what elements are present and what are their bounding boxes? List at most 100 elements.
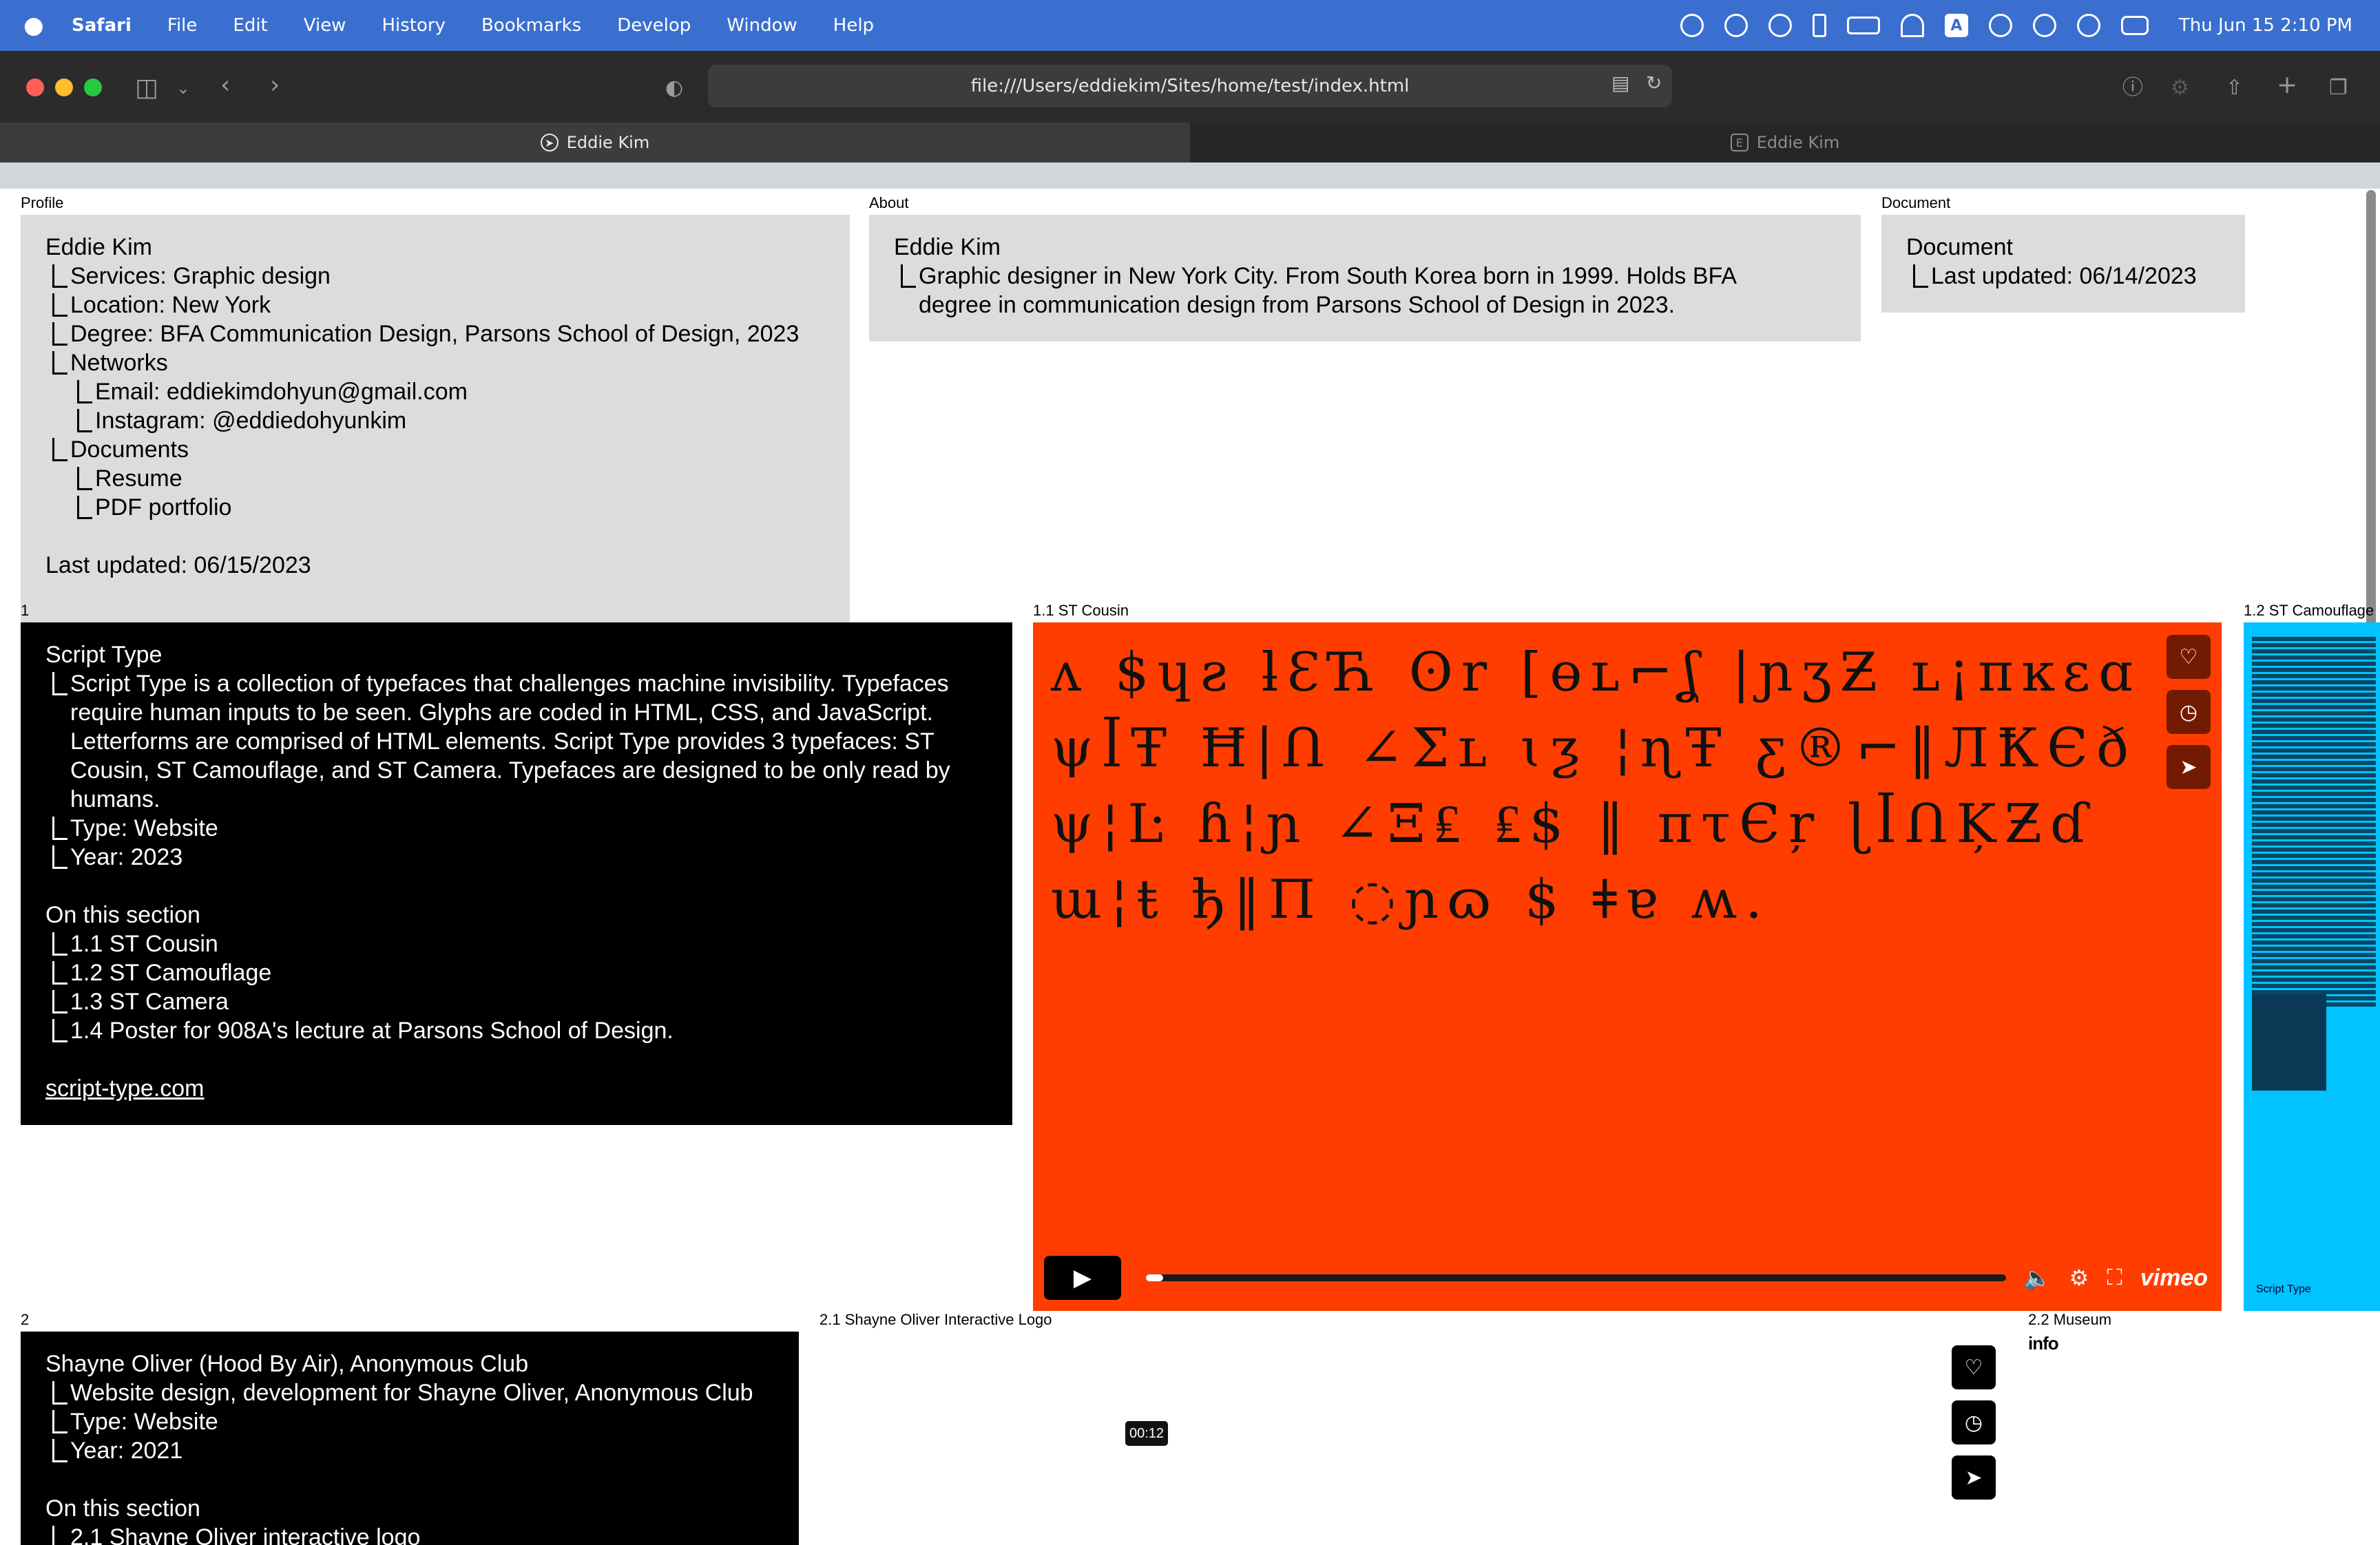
pdf-portfolio-link[interactable]: PDF portfolio [95, 493, 231, 522]
about-panel: Eddie Kim Graphic designer in New York C… [869, 215, 1861, 341]
creative-cloud-icon[interactable] [1724, 14, 1748, 37]
zoom-window-button[interactable] [84, 78, 102, 96]
profile-panel: Eddie Kim Services: Graphic design Locat… [21, 215, 850, 628]
user-icon[interactable] [2032, 14, 2056, 37]
share-send-icon[interactable]: ➤ [2167, 745, 2211, 789]
menu-edit[interactable]: Edit [233, 15, 267, 36]
script-type-link[interactable]: script-type.com [45, 1074, 988, 1103]
tab-bar: ➤ Eddie Kim E Eddie Kim [0, 123, 2380, 162]
section-link-poster[interactable]: 1.4 Poster for 908A's lecture at Parsons… [70, 1016, 674, 1045]
document-updated: Last updated: 06/14/2023 [1931, 263, 2197, 289]
tab-eddie-kim-1[interactable]: ➤ Eddie Kim [0, 123, 1190, 162]
about-bio-line2: degree in communication design from Pars… [919, 292, 1676, 318]
menubar-clock[interactable]: Thu Jun 15 2:10 PM [2179, 15, 2352, 36]
page-top-strip [0, 162, 2380, 189]
status-area: A Thu Jun 15 2:10 PM [1680, 0, 2352, 51]
spotlight-search-icon[interactable] [1988, 14, 2012, 37]
section1-on-this-section: On this section [45, 902, 200, 928]
about-label: About [869, 194, 909, 211]
tab-title: Eddie Kim [1756, 133, 1840, 152]
page-viewport[interactable]: Profile Eddie Kim Services: Graphic desi… [0, 189, 2380, 1545]
profile-instagram[interactable]: Instagram: @eddiedohyunkim [95, 406, 406, 435]
tab-overview-icon[interactable]: ❐ [2329, 74, 2348, 102]
section-link-st-camouflage[interactable]: 1.2 ST Camouflage [70, 958, 271, 987]
extension-gear-icon[interactable]: ⚙ [2171, 74, 2189, 102]
st-camouflage-preview[interactable]: Script Type [2244, 622, 2380, 1311]
profile-documents: Documents [70, 437, 189, 463]
menu-window[interactable]: Window [727, 15, 797, 36]
st-camouflage-label: 1.2 ST Camouflage [2244, 602, 2374, 619]
new-tab-icon[interactable]: + [2277, 72, 2297, 99]
input-source-icon[interactable]: A [1944, 14, 1968, 37]
control-center-icon[interactable] [2120, 16, 2149, 35]
menu-help[interactable]: Help [833, 15, 874, 36]
close-window-button[interactable] [26, 78, 44, 96]
menu-develop[interactable]: Develop [617, 15, 691, 36]
about-name: Eddie Kim [894, 234, 1001, 260]
section1-desc-line: Cousin, ST Camouflage, and ST Camera. Ty… [70, 757, 950, 784]
like-heart-icon[interactable]: ♡ [2167, 635, 2211, 679]
play-icon[interactable] [1768, 14, 1792, 37]
volume-icon[interactable]: 🔈 [2024, 1265, 2052, 1291]
section1-type: Type: Website [70, 815, 218, 841]
profile-location: Location: New York [70, 292, 271, 318]
menu-view[interactable]: View [304, 15, 346, 36]
wifi-icon[interactable] [1900, 14, 1924, 37]
back-button[interactable]: ‹ [220, 72, 230, 99]
video-progress-fill [1145, 1274, 1163, 1281]
menu-history[interactable]: History [382, 15, 446, 36]
section-link-st-camera[interactable]: 1.3 ST Camera [70, 987, 229, 1016]
shayne-oliver-panel: Shayne Oliver (Hood By Air), Anonymous C… [21, 1332, 799, 1545]
settings-gear-icon[interactable]: ⚙ [2069, 1265, 2089, 1291]
menu-file[interactable]: File [167, 15, 198, 36]
address-bar[interactable]: file:///Users/eddiekim/Sites/home/test/i… [708, 65, 1672, 107]
apple-menu-icon[interactable]: ● [23, 14, 47, 37]
tab-eddie-kim-2[interactable]: E Eddie Kim [1190, 123, 2380, 162]
share-send-icon[interactable]: ➤ [1952, 1455, 1996, 1500]
section1-desc-line: humans. [70, 786, 160, 812]
profile-label: Profile [21, 194, 64, 211]
profile-networks: Networks [70, 350, 168, 376]
resume-link[interactable]: Resume [95, 464, 182, 493]
fullscreen-icon[interactable]: ⛶ [2107, 1265, 2122, 1291]
minimize-window-button[interactable] [55, 78, 73, 96]
battery-icon[interactable] [1846, 17, 1880, 34]
profile-email[interactable]: Email: eddiekimdohyun@gmail.com [95, 377, 468, 406]
vimeo-logo[interactable]: vimeo [2140, 1265, 2208, 1292]
section-link-st-cousin[interactable]: 1.1 ST Cousin [70, 929, 218, 958]
forward-button[interactable]: › [270, 72, 280, 99]
grammarly-icon[interactable] [1680, 14, 1704, 37]
privacy-shield-icon[interactable]: ◐ [665, 74, 683, 102]
section2-type: Type: Website [70, 1409, 218, 1435]
st-cousin-video[interactable]: ʌ $ɥƨ ƚƐЋ ʘr [ɵʟ⌐ʆ |ɲʒƵ ʟ¡πĸɛɑ ψꟾŦ Ħ|Ո ∠… [1033, 622, 2222, 1311]
share-icon[interactable]: ⇧ [2226, 74, 2243, 102]
sidebar-toggle-icon[interactable]: ◫ [135, 74, 158, 102]
chevron-down-icon[interactable]: ⌄ [176, 74, 190, 102]
section1-desc-line: Script Type is a collection of typefaces… [70, 671, 949, 697]
menu-bar: ● Safari File Edit View History Bookmark… [0, 0, 2380, 51]
section2-label: 2 [21, 1311, 30, 1328]
museum-label: 2.2 Museum [2028, 1311, 2112, 1328]
time-machine-icon[interactable] [2076, 14, 2100, 37]
translate-icon[interactable]: ▤ [1611, 72, 1629, 94]
video-controls: ▶ 🔈 ⚙ ⛶ vimeo [1044, 1256, 2208, 1300]
play-button[interactable]: ▶ [1044, 1256, 1121, 1300]
reload-icon[interactable]: ↻ [1646, 72, 1662, 94]
watch-later-clock-icon[interactable]: ◷ [2167, 690, 2211, 734]
info-icon[interactable]: ⓘ [2122, 74, 2143, 102]
section2-desc: Website design, development for Shayne O… [70, 1380, 753, 1406]
video-progress-bar[interactable] [1145, 1274, 2006, 1281]
compass-icon: ➤ [540, 134, 559, 151]
menu-app[interactable]: Safari [72, 15, 132, 36]
profile-degree: Degree: BFA Communication Design, Parson… [70, 321, 800, 347]
favicon-e-icon: E [1730, 134, 1749, 151]
profile-name: Eddie Kim [45, 234, 152, 260]
section-link-interactive-logo[interactable]: 2.1 Shayne Oliver interactive logo [70, 1523, 420, 1545]
bluetooth-icon[interactable] [1812, 14, 1826, 37]
camouflage-pattern [2252, 635, 2376, 1007]
menu-bookmarks[interactable]: Bookmarks [481, 15, 581, 36]
museum-info-text[interactable]: info [2028, 1333, 2059, 1354]
like-heart-icon[interactable]: ♡ [1952, 1345, 1996, 1389]
tab-title: Eddie Kim [566, 133, 650, 152]
watch-later-clock-icon[interactable]: ◷ [1952, 1400, 1996, 1444]
